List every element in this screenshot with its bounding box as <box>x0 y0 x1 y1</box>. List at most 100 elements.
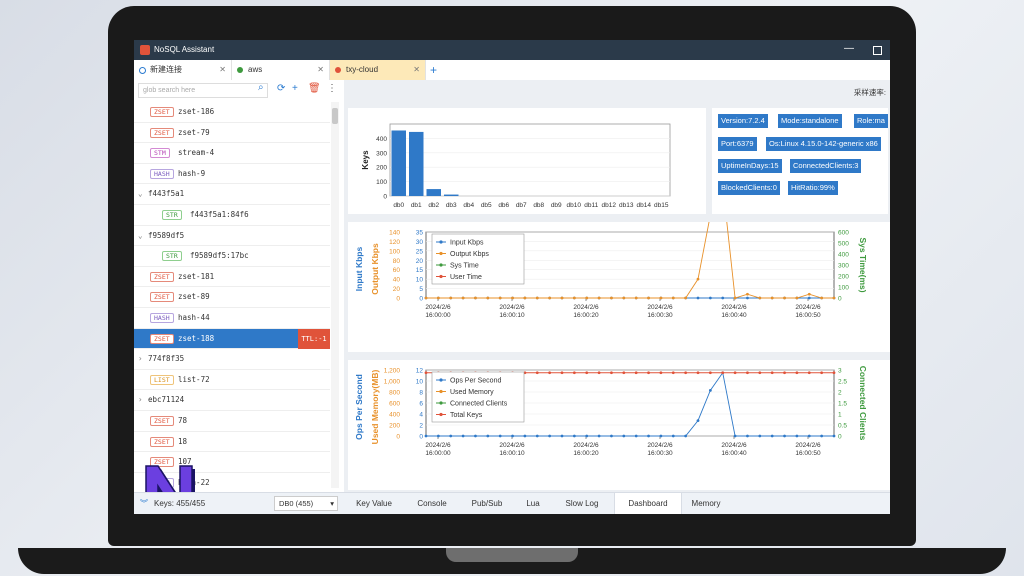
x-tick-label: db4 <box>463 202 474 209</box>
add-tab-icon[interactable]: + <box>430 60 437 80</box>
minimize-icon[interactable]: — <box>844 43 854 54</box>
key-row[interactable]: ZSET zset-89 <box>134 287 330 308</box>
key-row[interactable]: STM stream-4 <box>134 143 330 164</box>
data-point <box>424 371 428 375</box>
key-row[interactable]: STR f443f5a1:84f6 <box>134 205 330 226</box>
tab-label: aws <box>248 65 263 74</box>
status-bar: ︾ Keys: 455/455 DB0 (455) ▾ Key Value Cons… <box>134 492 890 514</box>
data-point <box>560 434 564 438</box>
tab-txy-cloud[interactable]: txy-cloud ✕ <box>330 60 426 80</box>
key-row[interactable]: ZSET 18 <box>134 432 330 453</box>
key-row[interactable]: ZSET 78 <box>134 411 330 432</box>
info-tag-version: Version:7.2.4 <box>718 114 768 128</box>
tab-new-connection[interactable]: 新建连接 ✕ <box>134 60 232 80</box>
tab-memory[interactable]: Memory <box>680 493 732 514</box>
tab-aws[interactable]: aws ✕ <box>232 60 330 80</box>
key-row[interactable]: ZSET zset-186 <box>134 102 330 123</box>
search-icon[interactable]: ⌕ <box>258 82 264 93</box>
tab-dashboard[interactable]: Dashboard <box>614 493 682 514</box>
x-tick-time: 16:00:50 <box>795 312 821 319</box>
folder-row[interactable]: › 774f8f35 <box>134 349 330 370</box>
data-point <box>721 371 725 375</box>
key-row[interactable]: LIST list-72 <box>134 370 330 391</box>
x-tick-label: db11 <box>584 202 598 209</box>
keys-bar-chart: 0 100 200 300 400 Keys db0 db1 db2 db3 db4 db5 db6 db… <box>361 123 671 209</box>
right-tick-label: 0 <box>838 296 842 303</box>
data-point <box>572 296 576 300</box>
tab-pub-sub[interactable]: Pub/Sub <box>462 493 512 514</box>
key-name: zset-89 <box>178 292 210 302</box>
type-badge: LIST <box>150 374 174 385</box>
key-row[interactable]: STR f9589df5:17bc <box>134 246 330 267</box>
server-info-card: Version:7.2.4 Mode:standalone Role:ma Po… <box>712 108 888 214</box>
scrollbar-thumb[interactable] <box>332 108 338 124</box>
ttl-badge: TTL:-1 <box>298 328 330 349</box>
left2-tick-label: 100 <box>389 248 400 255</box>
close-icon[interactable]: ✕ <box>219 60 226 80</box>
data-point <box>622 434 626 438</box>
info-tag-port: Port:6379 <box>718 137 757 151</box>
bar-db3 <box>444 194 459 196</box>
key-name: list-72 <box>178 374 210 384</box>
left-tick-label: 6 <box>419 401 423 408</box>
data-point <box>449 296 453 300</box>
chevron-down-icon[interactable]: ⌄ <box>138 226 143 246</box>
refresh-icon[interactable]: ⟳ <box>277 83 285 94</box>
key-name: zset-186 <box>178 107 215 116</box>
data-point <box>634 371 638 375</box>
delete-icon[interactable]: 🗑 <box>308 83 321 94</box>
expand-icon[interactable]: ︾ <box>140 493 148 514</box>
data-point <box>511 434 514 438</box>
x-tick-label: db5 <box>481 202 492 209</box>
folder-row[interactable]: ⌄ f9589df5 <box>134 226 330 247</box>
status-dot-icon <box>335 67 341 73</box>
status-dot-icon <box>237 67 243 73</box>
data-point <box>424 434 428 438</box>
data-point <box>535 296 539 300</box>
data-point <box>783 371 786 375</box>
search-input[interactable]: glob search here <box>138 83 268 98</box>
key-row[interactable]: HASH hash-44 <box>134 308 330 329</box>
data-point <box>647 296 650 300</box>
tab-console[interactable]: Console <box>406 493 458 514</box>
maximize-icon[interactable] <box>873 46 882 55</box>
data-point <box>461 434 465 438</box>
key-row[interactable]: ZSET zset-181 <box>134 267 330 288</box>
add-key-icon[interactable]: + <box>292 83 298 94</box>
data-point <box>671 434 675 438</box>
chevron-down-icon: ▾ <box>330 499 334 508</box>
key-row[interactable]: ZSET zset-188 TTL:-1 <box>134 328 330 350</box>
key-row[interactable]: HASH hash-9 <box>134 164 330 185</box>
tab-key-value[interactable]: Key Value <box>346 493 402 514</box>
right-tick-label: 2 <box>838 390 842 397</box>
info-tag-mode: Mode:standalone <box>778 114 842 128</box>
scrollbar[interactable] <box>331 102 339 488</box>
key-name: 78 <box>178 416 188 425</box>
data-point <box>758 434 762 438</box>
chevron-down-icon[interactable]: ⌄ <box>138 184 143 204</box>
data-point <box>634 296 638 300</box>
chevron-right-icon[interactable]: › <box>138 390 143 410</box>
tab-slow-log[interactable]: Slow Log <box>554 493 610 514</box>
data-point <box>436 296 440 300</box>
bar-db0 <box>391 130 406 196</box>
link-icon <box>139 67 146 74</box>
key-row[interactable]: ZSET zset-79 <box>134 123 330 144</box>
x-tick-date: 2024/2/6 <box>721 442 747 449</box>
right-tick-label: 500 <box>838 241 849 248</box>
left2-tick-label: 80 <box>393 258 401 265</box>
key-name: stream-4 <box>178 148 215 158</box>
chevron-right-icon[interactable]: › <box>138 349 143 369</box>
db-select[interactable]: DB0 (455) ▾ <box>274 496 338 511</box>
folder-row[interactable]: ⌄ f443f5a1 <box>134 184 330 205</box>
close-icon[interactable]: ✕ <box>317 60 324 80</box>
tab-lua[interactable]: Lua <box>516 493 550 514</box>
left2-tick-label: 1,000 <box>384 379 401 386</box>
folder-row[interactable]: › ebc71124 <box>134 390 330 411</box>
close-icon[interactable]: ✕ <box>413 60 420 80</box>
right-axis-label: Sys Time(ms) <box>858 237 868 292</box>
folder-name: f9589df5 <box>148 230 185 240</box>
more-icon[interactable]: ⋮ <box>327 83 337 94</box>
data-point <box>498 434 502 438</box>
right-tick-label: 0.5 <box>838 423 847 430</box>
